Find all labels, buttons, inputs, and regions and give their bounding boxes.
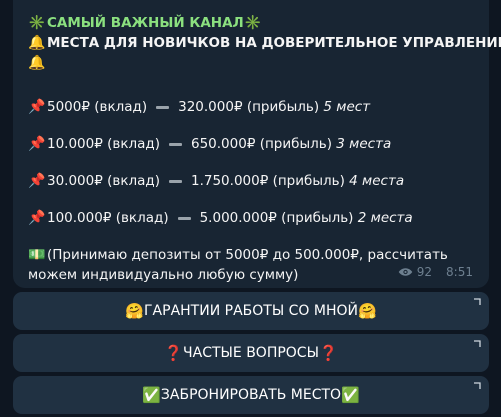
pushpin-icon: 📌 (28, 99, 46, 115)
message-subtitle-line: 🔔МЕСТА ДЛЯ НОВИЧКОВ НА ДОВЕРИТЕЛЬНОЕ УПР… (28, 33, 501, 53)
offer-deposit: 5000₽ (вклад) (47, 99, 148, 115)
deposit-note-line-1: (Принимаю депозиты от 5000₽ до 500.000₽,… (47, 247, 448, 263)
message-title-line: ✳️САМЫЙ ВАЖНЫЙ КАНАЛ✳️ (28, 13, 479, 33)
dash-icon (177, 216, 191, 220)
arrow-corner-icon (474, 382, 481, 389)
offer-item: 📌100.000₽ (вклад) 5.000.000₽ (прибыль) 2 … (28, 208, 479, 228)
dash-icon (156, 105, 170, 109)
arrow-corner-icon (474, 340, 481, 347)
offer-slots: 4 места (349, 173, 405, 189)
message-subtitle-icon-line: 🔔 (28, 53, 479, 73)
hugging-face-icon: 🤗 (357, 302, 377, 320)
offer-slots: 5 мест (323, 99, 371, 115)
money-icon: 💵 (28, 247, 46, 263)
bell-icon: 🔔 (28, 55, 46, 71)
pushpin-icon: 📌 (28, 210, 46, 226)
offer-profit: 320.000₽ (прибыль) (178, 99, 320, 115)
check-mark-icon: ✅ (341, 386, 360, 404)
offer-deposit: 30.000₽ (вклад) (47, 173, 160, 189)
views-count: 92 (416, 265, 433, 279)
guarantees-button-label: ГАРАНТИИ РАБОТЫ СО МНОЙ (144, 303, 358, 319)
channel-message: ✳️САМЫЙ ВАЖНЫЙ КАНАЛ✳️ 🔔МЕСТА ДЛЯ НОВИЧК… (13, 0, 501, 288)
message-meta: 92 8:51 (398, 265, 473, 279)
flower-icon: ✳️ (244, 15, 262, 31)
offer-slots: 2 места (357, 210, 413, 226)
pushpin-icon: 📌 (28, 136, 46, 152)
question-mark-icon: ❓ (164, 344, 184, 362)
offer-slots: 3 места (336, 136, 392, 152)
faq-button-label: ЧАСТЫЕ ВОПРОСЫ (183, 345, 319, 361)
faq-button[interactable]: ❓ ЧАСТЫЕ ВОПРОСЫ ❓ (13, 334, 489, 372)
dash-icon (169, 179, 182, 183)
deposit-note-line-2: можем индивидуально любую сумму) (28, 267, 299, 283)
offer-profit: 1.750.000₽ (прибыль) (191, 173, 345, 189)
offer-item: 📌5000₽ (вклад) 320.000₽ (прибыль) 5 мест (28, 97, 479, 117)
eye-icon (398, 268, 413, 276)
bell-icon: 🔔 (28, 35, 46, 51)
question-mark-icon: ❓ (318, 344, 338, 362)
book-slot-button[interactable]: ✅ ЗАБРОНИРОВАТЬ МЕСТО ✅ (13, 376, 489, 414)
check-mark-icon: ✅ (142, 386, 161, 404)
deposit-note: 💵(Принимаю депозиты от 5000₽ до 500.000₽… (28, 245, 479, 265)
offer-profit: 650.000₽ (прибыль) (191, 136, 332, 152)
dash-icon (169, 142, 182, 146)
offer-item: 📌10.000₽ (вклад) 650.000₽ (прибыль) 3 мес… (28, 134, 479, 154)
message-subtitle: МЕСТА ДЛЯ НОВИЧКОВ НА ДОВЕРИТЕЛЬНОЕ УПРА… (47, 35, 501, 51)
pushpin-icon: 📌 (28, 173, 46, 189)
offer-profit: 5.000.000₽ (прибыль) (199, 210, 354, 226)
flower-icon: ✳️ (28, 15, 46, 31)
book-slot-button-label: ЗАБРОНИРОВАТЬ МЕСТО (160, 387, 342, 403)
hugging-face-icon: 🤗 (125, 302, 145, 320)
arrow-corner-icon (474, 298, 481, 305)
offer-item: 📌30.000₽ (вклад) 1.750.000₽ (прибыль) 4 м… (28, 171, 479, 191)
message-time: 8:51 (446, 265, 473, 279)
offer-deposit: 100.000₽ (вклад) (47, 210, 169, 226)
offer-deposit: 10.000₽ (вклад) (47, 136, 160, 152)
guarantees-button[interactable]: 🤗 ГАРАНТИИ РАБОТЫ СО МНОЙ 🤗 (13, 292, 489, 330)
message-title: САМЫЙ ВАЖНЫЙ КАНАЛ (47, 15, 244, 31)
